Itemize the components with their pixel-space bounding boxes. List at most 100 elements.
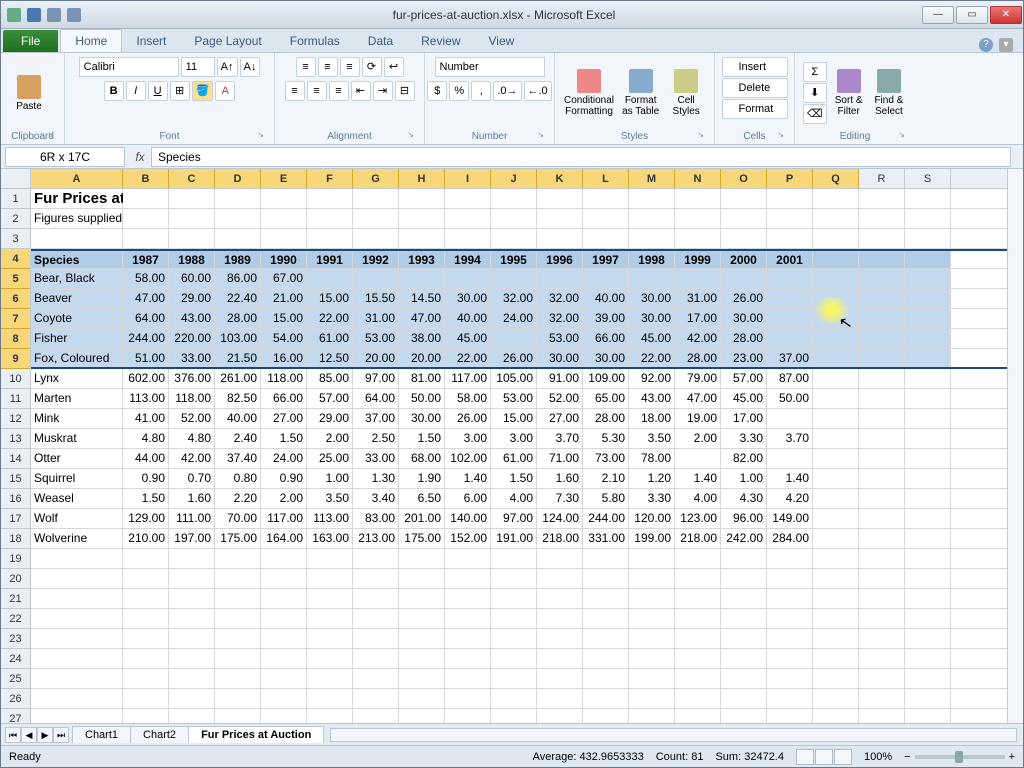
cell-empty[interactable]: [307, 189, 353, 208]
cell-empty[interactable]: [399, 549, 445, 568]
cell-value[interactable]: 50.00: [767, 389, 813, 408]
cell-value[interactable]: 40.00: [215, 409, 261, 428]
cell-empty[interactable]: [905, 629, 951, 648]
row-header[interactable]: 15: [1, 469, 30, 489]
cell-value[interactable]: 73.00: [583, 449, 629, 468]
cell-empty[interactable]: [169, 209, 215, 228]
align-top-button[interactable]: ≡: [296, 57, 316, 77]
cell-empty[interactable]: [215, 609, 261, 628]
cell-species[interactable]: Weasel: [31, 489, 123, 508]
cell-empty[interactable]: [813, 389, 859, 408]
cell-value[interactable]: 1.00: [307, 469, 353, 488]
cell-empty[interactable]: [859, 229, 905, 248]
cell-empty[interactable]: [583, 549, 629, 568]
cell-empty[interactable]: [629, 629, 675, 648]
merge-center-button[interactable]: ⊟: [395, 81, 415, 101]
cell-empty[interactable]: [261, 689, 307, 708]
cell-empty[interactable]: [169, 689, 215, 708]
cell-empty[interactable]: [399, 229, 445, 248]
cell-empty[interactable]: [537, 689, 583, 708]
row-header[interactable]: 3: [1, 229, 30, 249]
cell-value[interactable]: [307, 269, 353, 288]
cell-species[interactable]: [31, 569, 123, 588]
cell-value[interactable]: 140.00: [445, 509, 491, 528]
cell-value[interactable]: 41.00: [123, 409, 169, 428]
cell-empty[interactable]: [905, 329, 951, 348]
cell-value[interactable]: 29.00: [307, 409, 353, 428]
cell-value[interactable]: 14.50: [399, 289, 445, 308]
cell-value[interactable]: 15.00: [491, 409, 537, 428]
save-icon[interactable]: [27, 8, 41, 22]
cell-empty[interactable]: [169, 229, 215, 248]
conditional-formatting-button[interactable]: Conditional Formatting: [563, 62, 615, 124]
italic-button[interactable]: I: [126, 81, 146, 101]
cell-empty[interactable]: [537, 189, 583, 208]
cell-empty[interactable]: [675, 709, 721, 723]
cell-value[interactable]: 2.00: [307, 429, 353, 448]
align-middle-button[interactable]: ≡: [318, 57, 338, 77]
cell-value[interactable]: 37.00: [353, 409, 399, 428]
cell-value[interactable]: 2.40: [215, 429, 261, 448]
cell-value[interactable]: 21.50: [215, 349, 261, 367]
cell-empty[interactable]: [491, 189, 537, 208]
cell-empty[interactable]: [813, 209, 859, 228]
cell-value[interactable]: [767, 409, 813, 428]
cell-value[interactable]: 105.00: [491, 369, 537, 388]
cell-value[interactable]: 32.00: [537, 309, 583, 328]
cell-value[interactable]: 7.30: [537, 489, 583, 508]
cell-empty[interactable]: [399, 689, 445, 708]
cell-value[interactable]: 87.00: [767, 369, 813, 388]
cell-empty[interactable]: [353, 589, 399, 608]
cell-empty[interactable]: [399, 569, 445, 588]
column-header[interactable]: H: [399, 169, 445, 188]
cell-empty[interactable]: [675, 229, 721, 248]
cell-value[interactable]: 117.00: [261, 509, 307, 528]
cell-empty[interactable]: [859, 589, 905, 608]
cell-empty[interactable]: [215, 709, 261, 723]
cell-value[interactable]: 3.50: [307, 489, 353, 508]
cell-value[interactable]: 39.00: [583, 309, 629, 328]
cell-value[interactable]: 21.00: [261, 289, 307, 308]
cell-value[interactable]: 27.00: [261, 409, 307, 428]
cell-value[interactable]: 17.00: [721, 409, 767, 428]
cell-value[interactable]: 29.00: [169, 289, 215, 308]
cell-empty[interactable]: [583, 649, 629, 668]
cell-empty[interactable]: [261, 189, 307, 208]
cell-empty[interactable]: [675, 689, 721, 708]
cell-value[interactable]: 47.00: [123, 289, 169, 308]
cell-value[interactable]: 30.00: [583, 349, 629, 367]
cell-empty[interactable]: [675, 589, 721, 608]
cell-empty[interactable]: [583, 669, 629, 688]
cell-empty[interactable]: [307, 629, 353, 648]
cell-value[interactable]: 20.00: [353, 349, 399, 367]
cell-empty[interactable]: [353, 549, 399, 568]
cell-value[interactable]: 17.00: [675, 309, 721, 328]
cell-empty[interactable]: [215, 629, 261, 648]
cell-empty[interactable]: [859, 709, 905, 723]
cell-empty[interactable]: [629, 709, 675, 723]
cell-empty[interactable]: [491, 669, 537, 688]
cell-value[interactable]: 2001: [767, 251, 813, 268]
cell-empty[interactable]: [583, 689, 629, 708]
column-header[interactable]: Q: [813, 169, 859, 188]
cell-species[interactable]: [31, 689, 123, 708]
cell-empty[interactable]: [859, 349, 905, 367]
cell-empty[interactable]: [307, 649, 353, 668]
cell-empty[interactable]: [583, 709, 629, 723]
cell-value[interactable]: 22.00: [629, 349, 675, 367]
cell-empty[interactable]: [767, 209, 813, 228]
cell-empty[interactable]: [353, 609, 399, 628]
cell-value[interactable]: 331.00: [583, 529, 629, 548]
cell-empty[interactable]: [859, 549, 905, 568]
vertical-scrollbar[interactable]: [1007, 169, 1023, 723]
column-header[interactable]: R: [859, 169, 905, 188]
cell-empty[interactable]: [583, 209, 629, 228]
cell-empty[interactable]: [813, 709, 859, 723]
format-as-table-button[interactable]: Format as Table: [619, 62, 662, 124]
cell-value[interactable]: 4.00: [675, 489, 721, 508]
percent-button[interactable]: %: [449, 81, 469, 101]
cell-empty[interactable]: [307, 689, 353, 708]
row-header[interactable]: 2: [1, 209, 30, 229]
cell-empty[interactable]: [905, 489, 951, 508]
cell-styles-button[interactable]: Cell Styles: [666, 62, 706, 124]
